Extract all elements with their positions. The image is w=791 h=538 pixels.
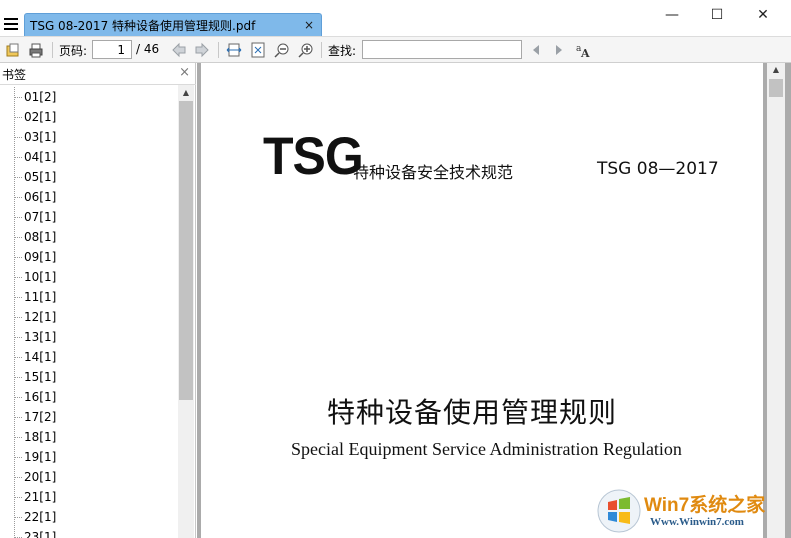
bookmark-item[interactable]: 02[1] xyxy=(0,107,178,127)
bookmark-list: 01[2] 02[1] 03[1] 04[1] 05[1] 06[1] 07[1] 08[1]… xyxy=(0,87,178,538)
find-input[interactable] xyxy=(362,40,522,59)
bookmark-item[interactable]: 23[1] xyxy=(0,527,178,538)
watermark-text: Win7系统之家 xyxy=(644,495,766,516)
bookmark-item[interactable]: 21[1] xyxy=(0,487,178,507)
bookmark-item[interactable]: 06[1] xyxy=(0,187,178,207)
document-view: TSG 特种设备安全技术规范 TSG 08—2017 特种设备使用管理规则 Sp… xyxy=(197,63,791,538)
standard-name: 特种设备安全技术规范 xyxy=(353,163,514,182)
scroll-up-arrow-icon[interactable]: ▲ xyxy=(178,87,194,99)
minimize-button[interactable]: — xyxy=(649,0,695,30)
menu-icon[interactable] xyxy=(4,18,18,30)
watermark-url: Www.Winwin7.com xyxy=(650,516,744,528)
bookmark-item[interactable]: 04[1] xyxy=(0,147,178,167)
find-next-icon[interactable] xyxy=(552,41,566,59)
bookmark-item[interactable]: 05[1] xyxy=(0,167,178,187)
bookmark-item[interactable]: 14[1] xyxy=(0,347,178,367)
document-title: 特种设备使用管理规则 xyxy=(327,396,618,429)
bookmark-item[interactable]: 07[1] xyxy=(0,207,178,227)
bookmark-item[interactable]: 12[1] xyxy=(0,307,178,327)
document-tab[interactable]: TSG 08-2017 特种设备使用管理规则.pdf × xyxy=(24,13,322,36)
bookmark-item[interactable]: 13[1] xyxy=(0,327,178,347)
fit-width-icon[interactable] xyxy=(225,41,243,59)
find-label: 查找: xyxy=(328,44,357,58)
bookmark-item[interactable]: 16[1] xyxy=(0,387,178,407)
next-page-icon[interactable] xyxy=(193,41,211,59)
sidebar-scrollbar[interactable]: ▲ xyxy=(178,85,194,538)
document-scroll-thumb[interactable] xyxy=(769,79,783,97)
tab-close-icon[interactable]: × xyxy=(300,18,318,32)
bookmark-item[interactable]: 08[1] xyxy=(0,227,178,247)
document-subtitle: Special Equipment Service Administration… xyxy=(291,439,682,459)
bookmarks-header: 书签 × xyxy=(0,63,196,85)
fit-page-icon[interactable] xyxy=(249,41,267,59)
zoom-out-icon[interactable] xyxy=(273,41,291,59)
page-total: / 46 xyxy=(136,42,160,56)
close-window-button[interactable]: ✕ xyxy=(740,0,786,30)
document-tab-label: TSG 08-2017 特种设备使用管理规则.pdf xyxy=(30,18,256,33)
print-icon[interactable] xyxy=(27,41,45,59)
bookmark-item[interactable]: 10[1] xyxy=(0,267,178,287)
windows-logo-icon xyxy=(597,489,641,533)
find-previous-icon[interactable] xyxy=(529,41,543,59)
toolbar-separator xyxy=(52,42,53,58)
bookmark-item[interactable]: 11[1] xyxy=(0,287,178,307)
document-scroll-track[interactable]: ▲ xyxy=(767,63,785,538)
bookmark-item[interactable]: 20[1] xyxy=(0,467,178,487)
open-file-icon[interactable] xyxy=(4,41,22,59)
bookmarks-close-icon[interactable]: × xyxy=(179,65,190,80)
bookmark-item[interactable]: 03[1] xyxy=(0,127,178,147)
document-scrollbar[interactable]: ▲ xyxy=(763,63,791,538)
match-case-icon[interactable]: aA xyxy=(574,41,594,59)
scroll-up-arrow-icon[interactable]: ▲ xyxy=(767,65,785,74)
bookmark-item[interactable]: 22[1] xyxy=(0,507,178,527)
maximize-button[interactable]: ☐ xyxy=(694,0,740,30)
bookmark-item[interactable]: 17[2] xyxy=(0,407,178,427)
bookmark-item[interactable]: 01[2] xyxy=(0,87,178,107)
pdf-page: TSG 特种设备安全技术规范 TSG 08—2017 特种设备使用管理规则 Sp… xyxy=(201,63,763,538)
page-number-input[interactable] xyxy=(92,40,132,59)
bookmarks-panel: 书签 × 01[2] 02[1] 03[1] 04[1] 05[1] 06[1] 07[1]… xyxy=(0,63,196,538)
tsg-logo: TSG xyxy=(263,126,364,186)
bookmark-item[interactable]: 15[1] xyxy=(0,367,178,387)
title-bar: TSG 08-2017 特种设备使用管理规则.pdf × — ☐ ✕ xyxy=(0,0,791,36)
sidebar-scroll-thumb[interactable] xyxy=(179,101,193,400)
standard-code: TSG 08—2017 xyxy=(597,159,719,179)
page-label: 页码: xyxy=(59,44,88,58)
zoom-in-icon[interactable] xyxy=(297,41,315,59)
bookmarks-title: 书签 xyxy=(2,68,27,82)
toolbar: 页码: / 46 查找: aA xyxy=(0,36,791,63)
bookmark-item[interactable]: 18[1] xyxy=(0,427,178,447)
svg-text:A: A xyxy=(580,47,590,58)
bookmark-item[interactable]: 19[1] xyxy=(0,447,178,467)
watermark: Win7系统之家 Www.Winwin7.com xyxy=(594,486,786,534)
toolbar-separator xyxy=(218,42,219,58)
toolbar-separator xyxy=(321,42,322,58)
previous-page-icon[interactable] xyxy=(170,41,188,59)
bookmark-item[interactable]: 09[1] xyxy=(0,247,178,267)
